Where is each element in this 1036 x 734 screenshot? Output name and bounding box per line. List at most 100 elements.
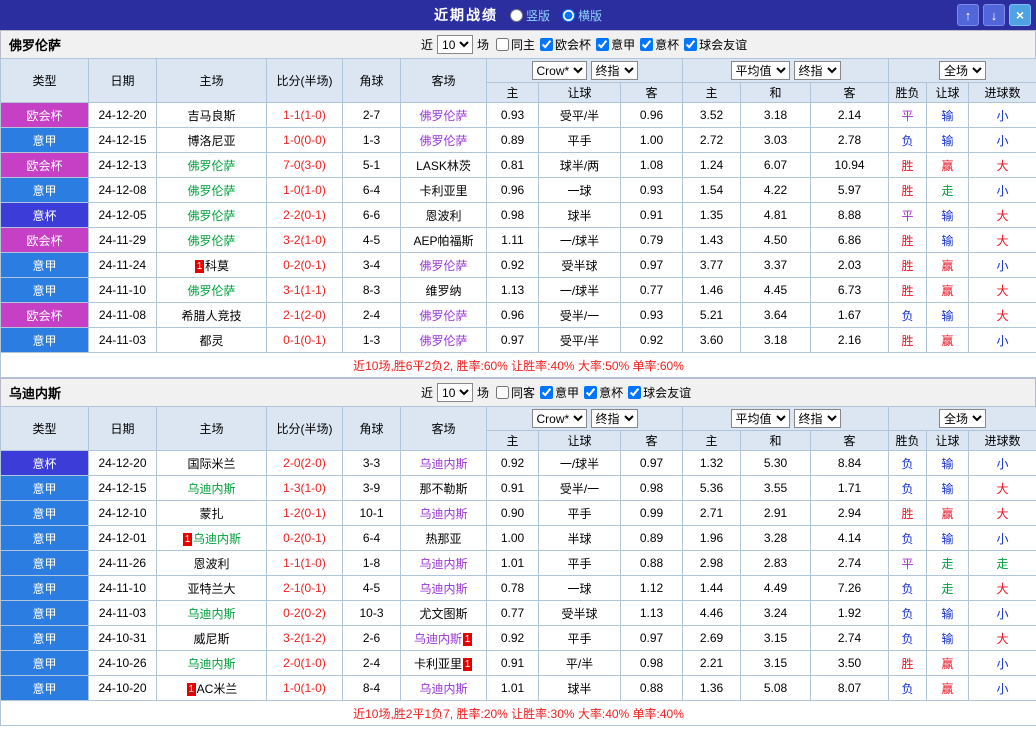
home-team[interactable]: 乌迪内斯 (157, 651, 267, 676)
away-team[interactable]: 乌迪内斯 (401, 676, 487, 701)
away-team[interactable]: 恩波利 (401, 203, 487, 228)
avg-odds-draw: 3.55 (741, 476, 811, 501)
home-team[interactable]: 吉马良斯 (157, 103, 267, 128)
home-team[interactable]: 蒙扎 (157, 501, 267, 526)
avg-odds-home: 3.52 (683, 103, 741, 128)
filter-label: 意甲 (611, 36, 635, 53)
away-team[interactable]: AEP帕福斯 (401, 228, 487, 253)
filter-checkbox[interactable] (596, 38, 609, 51)
handicap-final-select[interactable]: 终指 (591, 409, 638, 428)
handicap-odds-home: 0.97 (487, 328, 539, 353)
filter-option-1[interactable]: 意甲 (540, 384, 579, 401)
filter-option-3[interactable]: 球会友谊 (628, 384, 691, 401)
home-team[interactable]: 恩波利 (157, 551, 267, 576)
handicap-odds-home: 0.91 (487, 476, 539, 501)
away-team[interactable]: 维罗纳 (401, 278, 487, 303)
away-team[interactable]: 乌迪内斯 (401, 501, 487, 526)
away-team[interactable]: 那不勒斯 (401, 476, 487, 501)
home-team[interactable]: 佛罗伦萨 (157, 153, 267, 178)
home-team[interactable]: 国际米兰 (157, 451, 267, 476)
match-score: 2-1(0-1) (267, 576, 343, 601)
away-team[interactable]: 卡利亚里 (401, 178, 487, 203)
team-name-text: 热那亚 (425, 532, 461, 546)
away-team[interactable]: 佛罗伦萨 (401, 253, 487, 278)
filter-checkbox[interactable] (628, 386, 641, 399)
filter-checkbox[interactable] (584, 386, 597, 399)
home-team[interactable]: 乌迪内斯 (157, 601, 267, 626)
home-team[interactable]: 佛罗伦萨 (157, 203, 267, 228)
filter-option-3[interactable]: 意杯 (640, 36, 679, 53)
away-team[interactable]: 乌迪内斯1 (401, 626, 487, 651)
filter-option-0[interactable]: 同主 (496, 36, 535, 53)
away-team[interactable]: 乌迪内斯 (401, 576, 487, 601)
away-team[interactable]: 热那亚 (401, 526, 487, 551)
home-team[interactable]: 乌迪内斯 (157, 476, 267, 501)
filter-checkbox[interactable] (640, 38, 653, 51)
filter-checkbox[interactable] (540, 386, 553, 399)
match-row: 意甲24-12-08佛罗伦萨1-0(1-0)6-4卡利亚里0.96一球0.931… (1, 178, 1036, 203)
layout-option-vertical[interactable]: 竖版 (510, 7, 550, 24)
scroll-up-icon[interactable]: ↑ (957, 4, 979, 26)
home-team[interactable]: 威尼斯 (157, 626, 267, 651)
avg-odds-draw: 3.18 (741, 328, 811, 353)
avg-final-select[interactable]: 终指 (794, 61, 841, 80)
home-team[interactable]: 希腊人竞技 (157, 303, 267, 328)
away-team[interactable]: 佛罗伦萨 (401, 128, 487, 153)
layout-option-horizontal[interactable]: 横版 (562, 7, 602, 24)
home-team[interactable]: 佛罗伦萨 (157, 178, 267, 203)
result-win-draw-loss: 胜 (889, 153, 927, 178)
away-team[interactable]: 佛罗伦萨 (401, 103, 487, 128)
away-team[interactable]: 佛罗伦萨 (401, 328, 487, 353)
filter-option-2[interactable]: 意杯 (584, 384, 623, 401)
handicap-final-select[interactable]: 终指 (591, 61, 638, 80)
fulltime-select[interactable]: 全场 (939, 61, 986, 80)
scroll-down-icon[interactable]: ↓ (983, 4, 1005, 26)
filter-checkbox[interactable] (684, 38, 697, 51)
filter-checkbox[interactable] (496, 386, 509, 399)
filter-checkbox[interactable] (540, 38, 553, 51)
handicap-odds-away: 0.98 (621, 651, 683, 676)
avg-odds-select[interactable]: 平均值 (731, 61, 790, 80)
handicap-odds-home: 1.00 (487, 526, 539, 551)
home-team[interactable]: 1AC米兰 (157, 676, 267, 701)
home-team[interactable]: 1乌迪内斯 (157, 526, 267, 551)
away-team[interactable]: 卡利亚里1 (401, 651, 487, 676)
result-win-draw-loss: 平 (889, 203, 927, 228)
horizontal-layout-radio[interactable] (562, 9, 575, 22)
home-team[interactable]: 1科莫 (157, 253, 267, 278)
handicap-line: 球半 (539, 676, 621, 701)
league-type-badge: 意甲 (1, 278, 89, 303)
vertical-layout-radio[interactable] (510, 9, 523, 22)
bookmaker-select[interactable]: Crow* (532, 409, 587, 428)
close-icon[interactable]: × (1009, 4, 1031, 26)
league-type-badge: 意甲 (1, 651, 89, 676)
avg-final-select[interactable]: 终指 (794, 409, 841, 428)
away-team[interactable]: 乌迪内斯 (401, 451, 487, 476)
filter-option-2[interactable]: 意甲 (596, 36, 635, 53)
red-card-badge: 1 (463, 633, 472, 646)
fulltime-select[interactable]: 全场 (939, 409, 986, 428)
match-count-select[interactable]: 10 (437, 35, 473, 54)
home-team[interactable]: 都灵 (157, 328, 267, 353)
home-team[interactable]: 亚特兰大 (157, 576, 267, 601)
away-team[interactable]: 尤文图斯 (401, 601, 487, 626)
corner-score: 6-4 (343, 526, 401, 551)
corner-score: 1-3 (343, 328, 401, 353)
home-team[interactable]: 佛罗伦萨 (157, 278, 267, 303)
filter-option-1[interactable]: 欧会杯 (540, 36, 591, 53)
away-team[interactable]: LASK林茨 (401, 153, 487, 178)
match-count-select[interactable]: 10 (437, 383, 473, 402)
avg-odds-draw: 5.08 (741, 676, 811, 701)
filter-option-4[interactable]: 球会友谊 (684, 36, 747, 53)
away-team[interactable]: 乌迪内斯 (401, 551, 487, 576)
avg-odds-away: 3.50 (811, 651, 889, 676)
away-team[interactable]: 佛罗伦萨 (401, 303, 487, 328)
home-team[interactable]: 佛罗伦萨 (157, 228, 267, 253)
bookmaker-select[interactable]: Crow* (532, 61, 587, 80)
avg-odds-home: 1.35 (683, 203, 741, 228)
filter-checkbox[interactable] (496, 38, 509, 51)
avg-odds-select[interactable]: 平均值 (731, 409, 790, 428)
home-team[interactable]: 博洛尼亚 (157, 128, 267, 153)
filter-option-0[interactable]: 同客 (496, 384, 535, 401)
handicap-line: 球半 (539, 203, 621, 228)
